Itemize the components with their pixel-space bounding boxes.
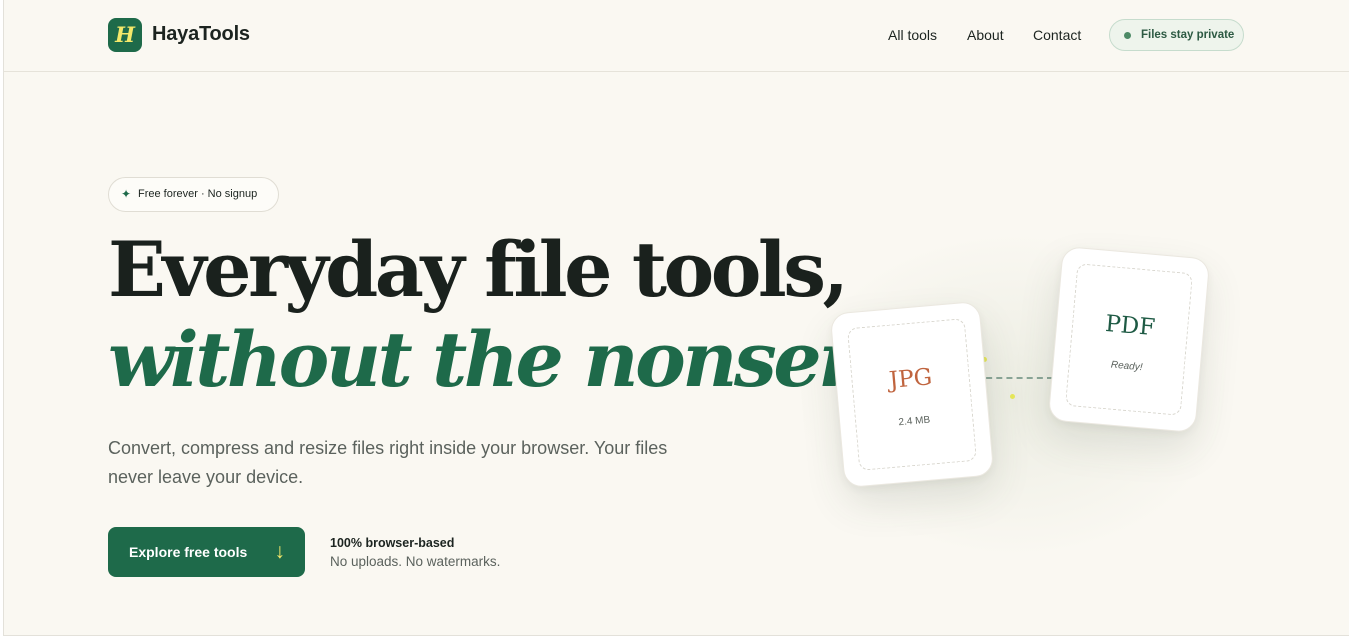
note-subtitle: No uploads. No watermarks. bbox=[330, 554, 501, 569]
headline-line-1: Everyday file tools, bbox=[108, 225, 849, 314]
pdf-file-card: PDF Ready! bbox=[1047, 245, 1211, 434]
privacy-pill-label: Files stay private bbox=[1141, 29, 1235, 41]
site-header: H HayaTools All tools About Contact File… bbox=[4, 0, 1349, 72]
status-dot-icon bbox=[1124, 32, 1131, 39]
nav-all-tools[interactable]: All tools bbox=[888, 27, 937, 43]
free-badge: ✦ Free forever · No signup bbox=[108, 177, 279, 212]
brand-name[interactable]: HayaTools bbox=[152, 23, 250, 46]
sparkle-icon: ✦ bbox=[121, 187, 132, 201]
page-frame: H HayaTools All tools About Contact File… bbox=[3, 0, 1349, 636]
arrow-down-icon: ↓ bbox=[274, 540, 286, 563]
explore-tools-button[interactable]: Explore free tools ↓ bbox=[108, 527, 305, 577]
note-title: 100% browser-based bbox=[330, 536, 455, 550]
privacy-pill: Files stay private bbox=[1109, 19, 1244, 51]
hero-subtitle: Convert, compress and resize files right… bbox=[108, 438, 668, 487]
logo-mark[interactable]: H bbox=[108, 18, 142, 52]
jpg-file-card: JPG 2.4 MB bbox=[829, 300, 995, 489]
free-badge-label: Free forever · No signup bbox=[138, 188, 258, 200]
explore-tools-label: Explore free tools bbox=[129, 544, 248, 560]
conversion-connector bbox=[976, 377, 1053, 379]
sparkle-dot-icon bbox=[1010, 394, 1015, 399]
nav-about[interactable]: About bbox=[967, 27, 1004, 43]
nav-contact[interactable]: Contact bbox=[1033, 27, 1081, 43]
